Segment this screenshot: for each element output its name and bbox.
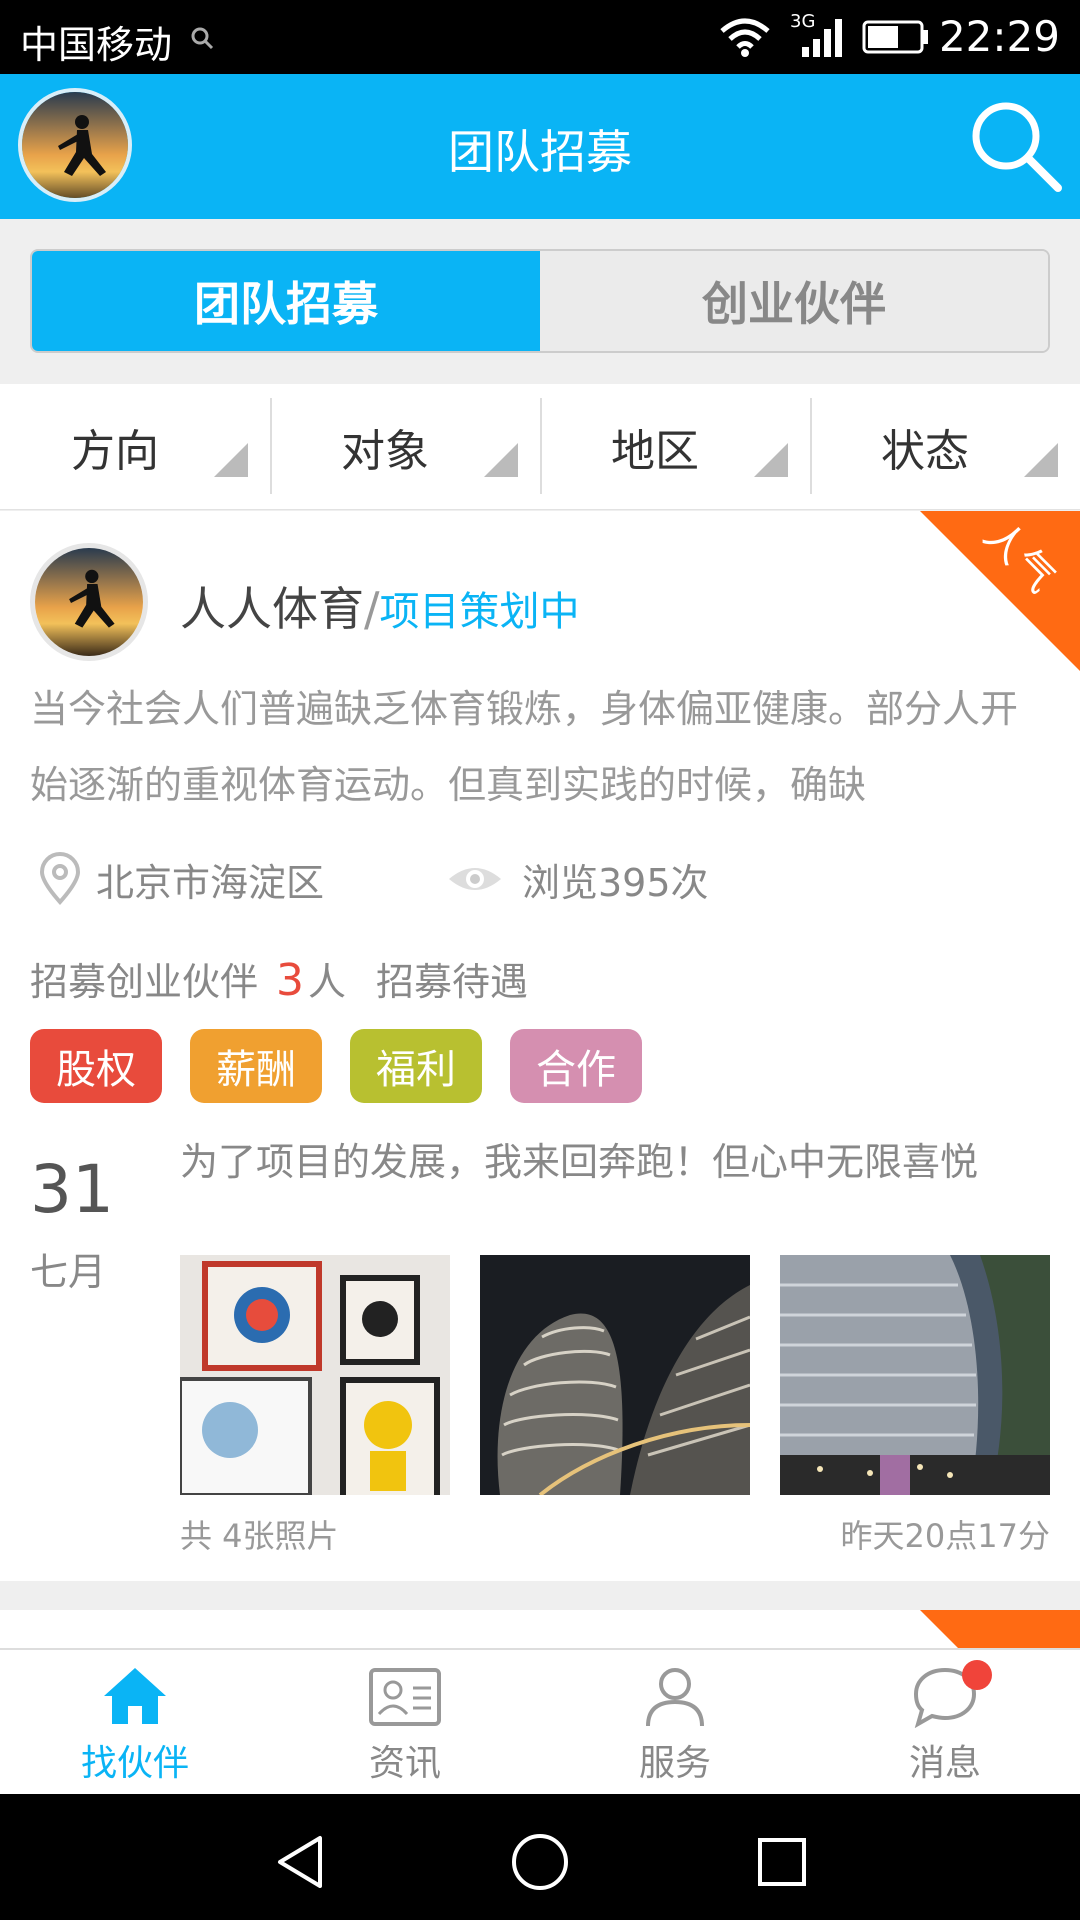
photo-count: 共 4张照片 xyxy=(180,1517,339,1555)
project-card-next[interactable] xyxy=(0,1610,1080,1650)
carrier-label: 中国移动 xyxy=(20,23,173,67)
recruit-label: 招募创业伙伴 xyxy=(30,960,259,1004)
project-description: 当今社会人们普遍缺乏体育锻炼，身体偏亚健康。部分人开始逐渐的重视体育运动。但真到… xyxy=(30,687,1019,807)
post-date-month: 七月 xyxy=(30,1250,107,1294)
news-card-icon xyxy=(369,1668,441,1726)
nav-news[interactable]: 资讯 xyxy=(270,1650,540,1794)
status-icons: 3G xyxy=(718,11,930,62)
title-separator: / xyxy=(364,582,380,636)
search-small-icon xyxy=(191,27,214,50)
photo-thumbnail[interactable] xyxy=(480,1255,750,1495)
photo-thumbnail[interactable] xyxy=(780,1255,1050,1495)
filter-target[interactable]: 对象 xyxy=(270,384,540,509)
post-text: 为了项目的发展，我来回奔跑！但心中无限喜悦 xyxy=(180,1140,979,1184)
unread-badge xyxy=(962,1660,992,1690)
photo-thumbnail[interactable] xyxy=(180,1255,450,1495)
filter-region[interactable]: 地区 xyxy=(540,384,810,509)
tab-team-recruit[interactable]: 团队招募 xyxy=(32,251,540,351)
benefit-tags: 股权 薪酬 福利 合作 xyxy=(30,1029,642,1103)
filter-label: 方向 xyxy=(71,425,159,477)
home-circle-icon[interactable] xyxy=(508,1830,572,1894)
location-text: 北京市海淀区 xyxy=(96,860,325,905)
bottom-nav: 找伙伴 资讯 服务 消息 xyxy=(0,1648,1080,1794)
filter-bar: 方向 对象 地区 状态 xyxy=(0,384,1080,510)
post-date-day: 31 xyxy=(30,1151,114,1228)
dropdown-triangle-icon xyxy=(484,443,518,477)
system-nav-bar xyxy=(0,1794,1080,1920)
nav-label: 消息 xyxy=(908,1743,981,1784)
nav-messages[interactable]: 消息 xyxy=(810,1650,1080,1794)
segmented-control: 团队招募 创业伙伴 xyxy=(30,249,1050,353)
photo-meta: 共 4张照片 昨天20点17分 xyxy=(180,1511,1050,1557)
recent-apps-icon[interactable] xyxy=(752,1832,812,1892)
recruit-info: 招募创业伙伴 3 人招募待遇 xyxy=(30,951,528,1006)
benefits-label: 招募待遇 xyxy=(376,960,529,1004)
location-pin-icon xyxy=(39,852,81,906)
dropdown-triangle-icon xyxy=(1024,443,1058,477)
nav-service[interactable]: 服务 xyxy=(540,1650,810,1794)
battery-icon xyxy=(862,20,928,54)
filter-direction[interactable]: 方向 xyxy=(0,384,270,509)
page-title: 团队招募 xyxy=(448,125,632,179)
dropdown-triangle-icon xyxy=(754,443,788,477)
location-info: 北京市海淀区 xyxy=(38,849,324,909)
clock: 22:29 xyxy=(938,12,1060,61)
status-bar: 中国移动 3G 22:29 xyxy=(0,0,1080,74)
filter-label: 地区 xyxy=(611,425,699,477)
project-name: 人人体育 xyxy=(180,582,364,636)
nav-label: 资讯 xyxy=(368,1743,441,1784)
person-icon xyxy=(646,1668,704,1727)
views-count: 浏览395次 xyxy=(522,860,709,905)
app-header: 团队招募 xyxy=(0,74,1080,219)
recruit-unit: 人 xyxy=(308,960,347,1004)
photo-strip xyxy=(180,1255,1050,1495)
nav-find-partner[interactable]: 找伙伴 xyxy=(0,1650,270,1794)
tag-welfare: 福利 xyxy=(350,1029,482,1103)
segment-bar: 团队招募 创业伙伴 xyxy=(0,219,1080,384)
tag-salary: 薪酬 xyxy=(190,1029,322,1103)
filter-status[interactable]: 状态 xyxy=(810,384,1080,509)
tab-startup-partner[interactable]: 创业伙伴 xyxy=(540,251,1048,351)
dropdown-triangle-icon xyxy=(214,443,248,477)
views-info: 浏览395次 xyxy=(446,849,709,909)
nav-label: 服务 xyxy=(638,1743,711,1784)
tag-cooperation: 合作 xyxy=(510,1029,642,1103)
wifi-icon xyxy=(720,18,770,57)
home-icon xyxy=(104,1668,166,1724)
eye-icon xyxy=(449,868,501,890)
post-time: 昨天20点17分 xyxy=(840,1517,1050,1555)
search-icon[interactable] xyxy=(966,96,1066,196)
recruit-count: 3 xyxy=(276,955,305,1006)
signal-icon: 3G xyxy=(790,11,844,59)
filter-label: 状态 xyxy=(881,425,969,477)
popular-ribbon xyxy=(920,1610,1080,1650)
nav-label: 找伙伴 xyxy=(80,1743,189,1784)
project-avatar[interactable] xyxy=(30,543,148,661)
filter-label: 对象 xyxy=(341,425,429,477)
tag-equity: 股权 xyxy=(30,1029,162,1103)
back-icon[interactable] xyxy=(270,1832,330,1892)
project-title[interactable]: 人人体育/项目策划中 xyxy=(180,573,580,639)
project-stage: 项目策划中 xyxy=(379,589,580,635)
project-card[interactable]: 人气 人人体育/项目策划中 当今社会人们普遍缺乏体育锻炼，身体偏亚健康。部分人开… xyxy=(0,511,1080,1581)
